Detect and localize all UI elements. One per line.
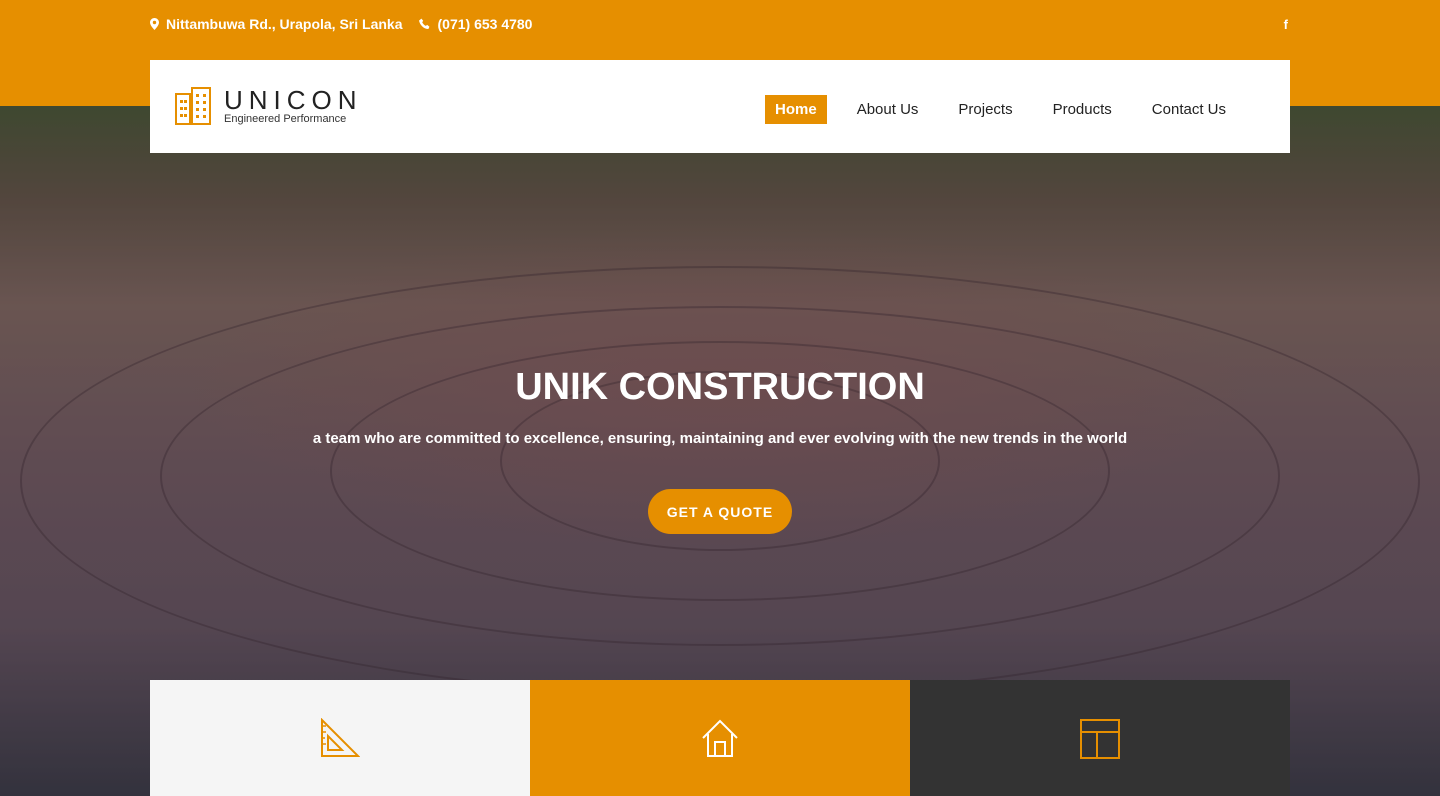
set-square-icon (321, 718, 360, 757)
facebook-icon[interactable]: f (1284, 17, 1288, 32)
logo-tagline: Engineered Performance (224, 112, 347, 125)
nav-item-contact-us[interactable]: Contact Us (1142, 95, 1236, 124)
map-pin-icon (150, 18, 159, 30)
nav-item-about-us[interactable]: About Us (847, 95, 929, 124)
nav-item-products[interactable]: Products (1043, 95, 1122, 124)
feature-card-layout[interactable] (910, 680, 1290, 796)
building-icon (175, 87, 211, 125)
logo-name: UNICON (224, 84, 363, 115)
hero-title: UNIK CONSTRUCTION (515, 366, 925, 408)
phone-icon (418, 18, 431, 30)
logo[interactable]: UNICON Engineered Performance (174, 86, 363, 126)
layout-icon (1080, 719, 1120, 759)
address-text: Nittambuwa Rd., Urapola, Sri Lanka (166, 16, 403, 32)
phone-text[interactable]: (071) 653 4780 (438, 16, 533, 32)
hero-subtitle: a team who are committed to excellence, … (312, 430, 1128, 447)
feature-card-design[interactable] (150, 680, 530, 796)
nav-item-home[interactable]: Home (765, 95, 827, 124)
get-a-quote-button[interactable]: GET A QUOTE (648, 489, 792, 534)
main-nav: Home About Us Projects Products Contact … (745, 95, 1236, 124)
feature-card-home[interactable] (530, 680, 910, 796)
contact-info: Nittambuwa Rd., Urapola, Sri Lanka (071)… (150, 16, 548, 32)
nav-item-projects[interactable]: Projects (948, 95, 1022, 124)
header-nav-box: UNICON Engineered Performance Home About… (150, 60, 1290, 153)
home-icon (702, 719, 738, 757)
